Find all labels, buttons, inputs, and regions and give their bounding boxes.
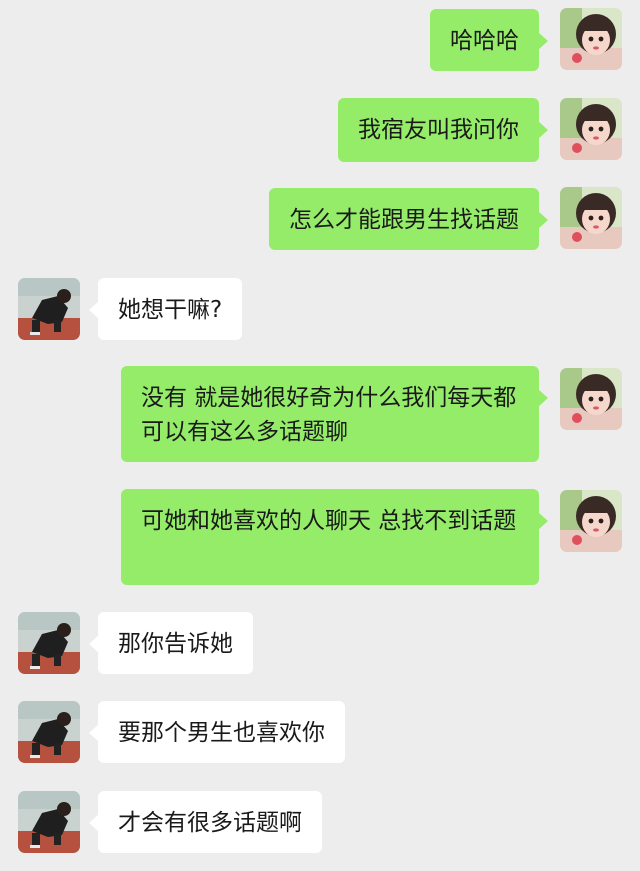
contact-avatar[interactable] <box>18 612 80 674</box>
message-bubble-received[interactable]: 她想干嘛? <box>88 278 243 340</box>
chat-message-row: 她想干嘛? <box>0 277 640 341</box>
my-avatar[interactable] <box>560 98 622 160</box>
message-text: 那你告诉她 <box>118 631 233 657</box>
message-text: 哈哈哈 <box>450 28 519 54</box>
chat-message-row: 哈哈哈 <box>0 8 640 72</box>
message-bubble-received[interactable]: 那你告诉她 <box>89 612 253 674</box>
message-bubble-sent[interactable]: 怎么才能跟男生找话题 <box>269 188 548 250</box>
chat-message-row: 要那个男生也喜欢你 <box>0 700 640 764</box>
message-bubble-sent[interactable]: 哈哈哈 <box>430 9 548 71</box>
chat-message-row: 才会有很多话题啊 <box>0 790 640 854</box>
message-bubble-sent[interactable]: 我宿友叫我问你 <box>338 98 548 162</box>
message-text: 要那个男生也喜欢你 <box>118 720 325 746</box>
message-bubble-received[interactable]: 才会有很多话题啊 <box>89 791 322 853</box>
contact-avatar[interactable] <box>18 701 80 763</box>
message-bubble-sent[interactable]: 可她和她喜欢的人聊天 总找不到话题 <box>121 489 548 585</box>
message-bubble-sent[interactable]: 没有 就是她很好奇为什么我们每天都可以有这么多话题聊 <box>121 366 548 462</box>
message-text: 没有 就是她很好奇为什么我们每天都可以有这么多话题聊 <box>141 385 517 445</box>
contact-avatar[interactable] <box>18 278 80 340</box>
my-avatar[interactable] <box>560 187 622 249</box>
message-text: 怎么才能跟男生找话题 <box>289 207 519 233</box>
chat-message-row: 怎么才能跟男生找话题 <box>0 187 640 251</box>
chat-message-row: 那你告诉她 <box>0 611 640 675</box>
my-avatar[interactable] <box>560 490 622 552</box>
contact-avatar[interactable] <box>18 791 80 853</box>
message-bubble-received[interactable]: 要那个男生也喜欢你 <box>89 701 345 763</box>
chat-message-row: 我宿友叫我问你 <box>0 98 640 162</box>
message-text: 才会有很多话题啊 <box>118 810 302 836</box>
chat-message-row: 可她和她喜欢的人聊天 总找不到话题 <box>0 489 640 585</box>
message-text: 我宿友叫我问你 <box>358 117 519 143</box>
message-text: 可她和她喜欢的人聊天 总找不到话题 <box>141 508 517 534</box>
my-avatar[interactable] <box>560 368 622 430</box>
message-text: 她想干嘛? <box>118 297 223 323</box>
chat-message-row: 没有 就是她很好奇为什么我们每天都可以有这么多话题聊 <box>0 366 640 462</box>
my-avatar[interactable] <box>560 8 622 70</box>
